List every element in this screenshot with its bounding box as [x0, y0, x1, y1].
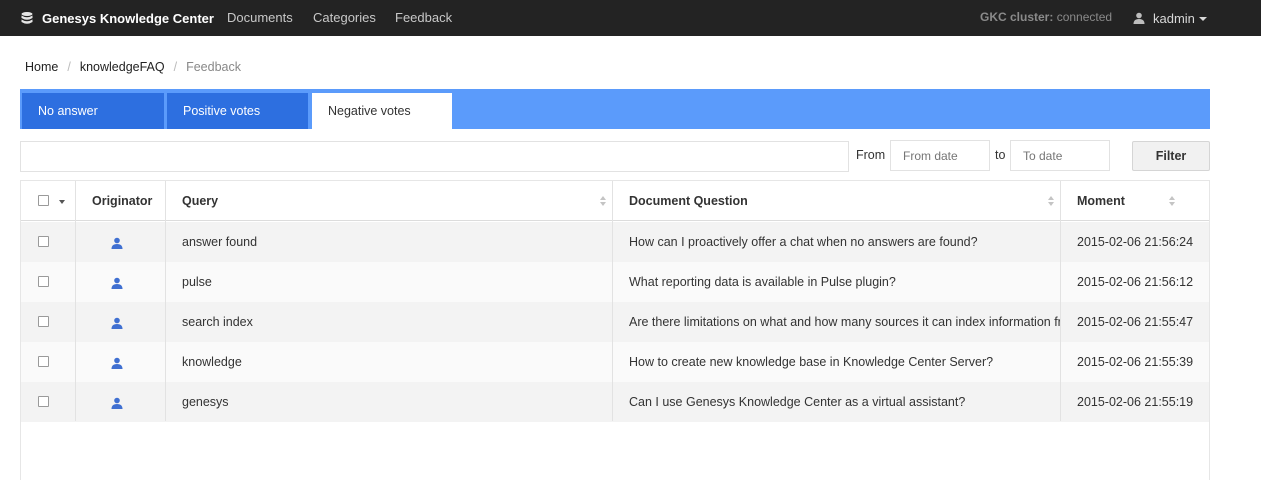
table-row: genesys Can I use Genesys Knowledge Cent… [21, 382, 1209, 422]
user-icon [111, 317, 123, 329]
select-all-checkbox[interactable] [38, 195, 49, 206]
header-document-question[interactable]: Document Question [629, 181, 748, 221]
breadcrumb-separator: / [67, 60, 71, 74]
sort-icon[interactable] [1048, 196, 1054, 206]
query-cell: genesys [182, 395, 229, 409]
search-input[interactable] [20, 141, 849, 172]
row-checkbox[interactable] [38, 356, 49, 367]
nav-documents[interactable]: Documents [227, 0, 293, 36]
feedback-tabs: No answer Positive votes Negative votes [20, 89, 1210, 129]
tab-no-answer[interactable]: No answer [22, 93, 164, 129]
moment-cell: 2015-02-06 21:55:39 [1077, 355, 1194, 369]
header-moment[interactable]: Moment [1077, 181, 1125, 221]
query-cell: search index [182, 315, 253, 329]
brand-link[interactable]: Genesys Knowledge Center [20, 0, 214, 36]
table-row: answer found How can I proactively offer… [21, 222, 1209, 262]
question-cell[interactable]: How to create new knowledge base in Know… [629, 342, 1060, 382]
table-row: pulse What reporting data is available i… [21, 262, 1209, 302]
user-icon [1133, 12, 1145, 24]
cluster-state: connected [1056, 10, 1113, 24]
chevron-down-icon[interactable] [59, 200, 65, 204]
brand-title: Genesys Knowledge Center [42, 10, 214, 26]
cluster-status: GKC cluster: connected [980, 0, 1112, 36]
column-divider [612, 181, 613, 421]
column-divider [1060, 181, 1061, 421]
question-cell[interactable]: What reporting data is available in Puls… [629, 262, 1060, 302]
moment-cell: 2015-02-06 21:56:12 [1077, 275, 1194, 289]
user-icon [111, 397, 123, 409]
header-query[interactable]: Query [182, 181, 218, 221]
sort-icon[interactable] [1169, 196, 1175, 206]
sort-icon[interactable] [600, 196, 606, 206]
feedback-table: answer found How can I proactively offer… [20, 180, 1210, 480]
to-date-input[interactable] [1010, 140, 1110, 171]
nav-categories[interactable]: Categories [313, 0, 376, 36]
header-originator: Originator [92, 194, 153, 208]
query-cell: knowledge [182, 355, 242, 369]
from-label: From [856, 148, 886, 162]
nav-feedback[interactable]: Feedback [395, 0, 452, 36]
to-label: to [995, 148, 1006, 162]
question-cell[interactable]: Are there limitations on what and how ma… [629, 302, 1060, 342]
moment-cell: 2015-02-06 21:56:24 [1077, 235, 1194, 249]
breadcrumb-knowledgebase[interactable]: knowledgeFAQ [80, 60, 165, 74]
from-date-input[interactable] [890, 140, 990, 171]
breadcrumb: Home / knowledgeFAQ / Feedback [25, 58, 241, 76]
breadcrumb-current: Feedback [186, 60, 241, 74]
row-checkbox[interactable] [38, 236, 49, 247]
cluster-label: GKC cluster: [980, 10, 1054, 24]
table-header: Originator Query Document Question Momen… [21, 181, 1209, 221]
column-divider [165, 181, 166, 421]
top-navbar: Genesys Knowledge Center Documents Categ… [0, 0, 1261, 36]
row-checkbox[interactable] [38, 396, 49, 407]
query-cell: pulse [182, 275, 212, 289]
user-menu[interactable]: kadmin [1133, 0, 1207, 36]
table-row: knowledge How to create new knowledge ba… [21, 342, 1209, 382]
chevron-down-icon [1198, 17, 1207, 21]
moment-cell: 2015-02-06 21:55:47 [1077, 315, 1194, 329]
user-icon [111, 237, 123, 249]
row-checkbox[interactable] [38, 316, 49, 327]
breadcrumb-separator: / [173, 60, 178, 74]
question-cell[interactable]: How can I proactively offer a chat when … [629, 222, 1060, 262]
table-row: search index Are there limitations on wh… [21, 302, 1209, 342]
row-checkbox[interactable] [38, 276, 49, 287]
breadcrumb-home[interactable]: Home [25, 60, 58, 74]
query-cell: answer found [182, 235, 258, 249]
tab-positive-votes[interactable]: Positive votes [167, 93, 308, 129]
user-icon [111, 277, 123, 289]
filter-button[interactable]: Filter [1132, 141, 1210, 171]
question-cell[interactable]: Can I use Genesys Knowledge Center as a … [629, 382, 1060, 422]
column-divider [75, 181, 76, 421]
tab-negative-votes[interactable]: Negative votes [312, 93, 452, 129]
database-icon [21, 12, 33, 24]
user-name: kadmin [1153, 10, 1195, 26]
moment-cell: 2015-02-06 21:55:19 [1077, 395, 1194, 409]
user-icon [111, 357, 123, 369]
